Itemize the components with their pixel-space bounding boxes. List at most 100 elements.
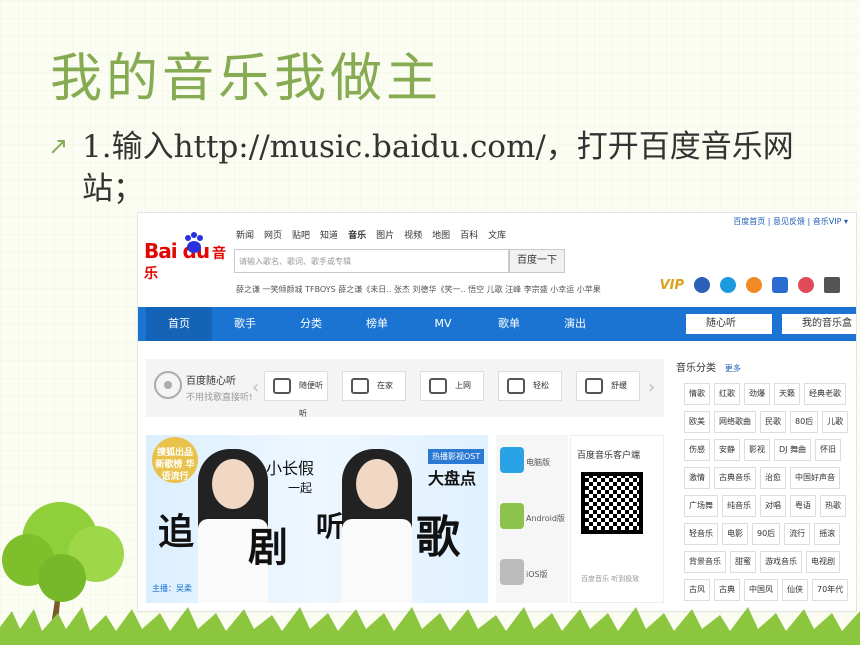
category-tag[interactable]: 伤感 xyxy=(684,439,710,461)
category-tag[interactable]: 纯音乐 xyxy=(722,495,756,517)
category-tag[interactable]: 游戏音乐 xyxy=(760,551,802,573)
b-icon[interactable] xyxy=(746,277,762,293)
nav-link-image[interactable]: 图片 xyxy=(376,228,394,241)
main-nav-category[interactable]: 分类 xyxy=(278,307,344,341)
main-nav-chart[interactable]: 榜单 xyxy=(344,307,410,341)
nav-link-tieba[interactable]: 贴吧 xyxy=(292,228,310,241)
search-button[interactable]: 百度一下 xyxy=(509,249,565,273)
category-tag[interactable]: 背景音乐 xyxy=(684,551,726,573)
app-android[interactable]: Android版 xyxy=(496,491,568,545)
category-tag[interactable]: 安静 xyxy=(714,439,740,461)
category-tag[interactable]: 古典 xyxy=(714,579,740,601)
category-tag[interactable]: 摇滚 xyxy=(814,523,841,545)
category-tag[interactable]: 电影 xyxy=(722,523,748,545)
category-tag[interactable]: DJ 舞曲 xyxy=(774,439,812,461)
slide-title: 我的音乐我做主 xyxy=(50,49,443,109)
grass-illustration xyxy=(0,607,860,645)
nav-link-zhidao[interactable]: 知道 xyxy=(320,228,338,241)
category-tag[interactable]: 80后 xyxy=(790,411,819,433)
category-tag[interactable]: 轻音乐 xyxy=(684,523,718,545)
k-icon[interactable] xyxy=(798,277,814,293)
cup-icon xyxy=(585,378,603,394)
category-tag[interactable]: 古典音乐 xyxy=(714,467,756,489)
main-nav-mv[interactable]: MV xyxy=(410,307,476,341)
category-tag[interactable]: 70年代 xyxy=(812,579,849,601)
nav-link-music[interactable]: 音乐 xyxy=(348,228,366,241)
category-tag[interactable]: 儿歌 xyxy=(822,411,849,433)
main-nav-home[interactable]: 首页 xyxy=(146,307,212,341)
radio-title[interactable]: 百度随心听 xyxy=(186,372,236,387)
baidu-music-logo[interactable]: Bai du 音乐 xyxy=(144,232,230,282)
category-tag[interactable]: 网络歌曲 xyxy=(714,411,756,433)
channel-random[interactable]: 随便听听 xyxy=(264,371,328,418)
banner-word-drama: 剧 xyxy=(248,524,288,571)
category-tag[interactable]: 情歌 xyxy=(684,383,710,405)
computer-icon[interactable] xyxy=(824,277,840,293)
category-tag[interactable]: 中国好声音 xyxy=(790,467,840,489)
video-icon[interactable] xyxy=(772,277,788,293)
category-tag[interactable]: 电视剧 xyxy=(806,551,840,573)
channel-relax[interactable]: 轻松 xyxy=(498,371,562,401)
banner-word-holiday: 小长假 xyxy=(266,459,315,478)
pc-app-icon xyxy=(500,447,524,473)
channel-home[interactable]: 在家 xyxy=(342,371,406,401)
music-box-button[interactable]: 我的音乐盒 xyxy=(782,314,856,334)
nav-link-news[interactable]: 新闻 xyxy=(236,228,254,241)
hot-search-line[interactable]: 薛之谦 一笑倾颜城 TFBOYS 薛之谦《未日.. 张杰 刘德华《笑一.. 悟空… xyxy=(236,284,601,295)
qr-code-icon[interactable] xyxy=(581,472,643,534)
main-nav-playlist[interactable]: 歌单 xyxy=(476,307,542,341)
category-tags: 情歌 红歌 劲爆 天籁 经典老歌欧美 网络歌曲 民歌 80后 儿歌伤感 安静 影视 DJ 舞曲 怀旧激情… xyxy=(684,383,852,601)
chevron-left-icon[interactable]: ‹ xyxy=(252,377,259,398)
client-slogan: 百度音乐 听到极致 xyxy=(581,575,640,583)
app-pc[interactable]: 电脑版 xyxy=(496,435,568,489)
flower-arrow-icon: ↗ xyxy=(48,132,69,160)
bullet-text: 1.输入http://music.baidu.com/，打开百度音乐网站； xyxy=(82,129,794,207)
main-nav: 首页 歌手 分类 榜单 MV 歌单 演出 随心听 我的音乐盒 xyxy=(138,307,856,341)
category-tag[interactable]: 天籁 xyxy=(774,383,800,405)
app-download-list: 电脑版 Android版 iOS版 xyxy=(496,435,568,603)
chevron-right-icon[interactable]: › xyxy=(648,377,655,398)
random-listen-button[interactable]: 随心听 xyxy=(686,314,772,334)
category-tag[interactable]: 粤语 xyxy=(790,495,816,517)
app-ios[interactable]: iOS版 xyxy=(496,547,568,601)
category-tag[interactable]: 甜蜜 xyxy=(730,551,756,573)
banner-author: 主播：吴柔 xyxy=(152,584,192,593)
client-download: 百度音乐客户端 百度音乐 听到极致 xyxy=(570,435,664,603)
category-title: 音乐分类 xyxy=(676,363,716,374)
shield-icon[interactable] xyxy=(694,277,710,293)
category-tag[interactable]: 怀旧 xyxy=(815,439,842,461)
nav-link-baike[interactable]: 百科 xyxy=(460,228,478,241)
category-tag[interactable]: 古风 xyxy=(684,579,710,601)
search-input[interactable]: 请输入歌名、歌词、歌手或专辑 xyxy=(234,249,509,273)
nav-link-wenku[interactable]: 文库 xyxy=(488,228,506,241)
category-tag[interactable]: 民歌 xyxy=(760,411,786,433)
category-tag[interactable]: 劲爆 xyxy=(744,383,770,405)
category-tag[interactable]: 90后 xyxy=(752,523,781,545)
category-tag[interactable]: 激情 xyxy=(684,467,710,489)
category-tag[interactable]: 经典老歌 xyxy=(804,383,846,405)
category-tag[interactable]: 中国风 xyxy=(744,579,778,601)
top-links[interactable]: 百度首页 | 意见反馈 | 音乐VIP ▾ xyxy=(733,216,848,227)
channel-online[interactable]: 上网 xyxy=(420,371,484,401)
category-tag[interactable]: 欧美 xyxy=(684,411,710,433)
banner-badge: 搜狐出品 新歌榜 华语流行 xyxy=(152,437,198,483)
vip-icon[interactable]: VIP xyxy=(660,278,684,293)
main-nav-singer[interactable]: 歌手 xyxy=(212,307,278,341)
category-tag[interactable]: 影视 xyxy=(744,439,770,461)
category-more-link[interactable]: 更多 xyxy=(725,364,741,373)
category-tag[interactable]: 仙侠 xyxy=(782,579,808,601)
banner-word-chase: 追 xyxy=(158,511,195,553)
nav-link-map[interactable]: 地图 xyxy=(432,228,450,241)
nav-link-video[interactable]: 视频 xyxy=(404,228,422,241)
category-tag[interactable]: 红歌 xyxy=(714,383,740,405)
category-tag[interactable]: 广场舞 xyxy=(684,495,718,517)
nav-link-web[interactable]: 网页 xyxy=(264,228,282,241)
category-tag[interactable]: 流行 xyxy=(784,523,811,545)
category-tag[interactable]: 治愈 xyxy=(760,467,786,489)
channel-soothing[interactable]: 舒缓 xyxy=(576,371,640,401)
category-tag[interactable]: 热歌 xyxy=(820,495,846,517)
promo-banner[interactable]: 搜狐出品 新歌榜 华语流行 小长假 一起 追 剧 听 歌 热播影视OST 大盘点… xyxy=(146,435,488,603)
category-tag[interactable]: 对唱 xyxy=(760,495,786,517)
main-nav-show[interactable]: 演出 xyxy=(542,307,608,341)
du-icon[interactable] xyxy=(720,277,736,293)
